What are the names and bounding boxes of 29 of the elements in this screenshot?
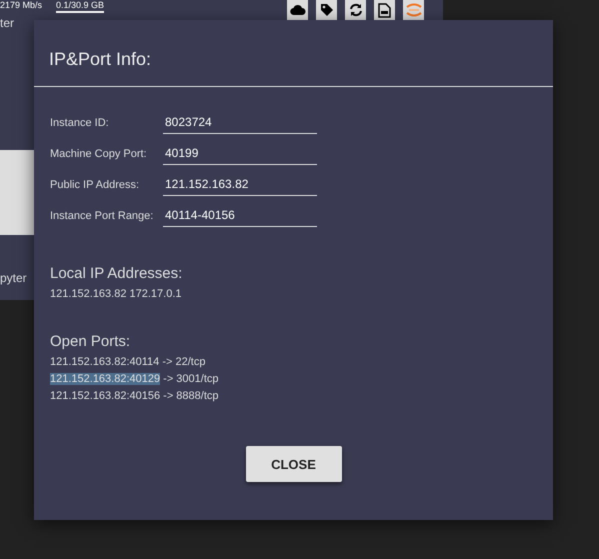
dialog-title: IP&Port Info: (34, 20, 553, 87)
input-field[interactable]: 121.152.163.82 (163, 173, 317, 196)
tag-icon (320, 3, 334, 17)
port-mapping-text: 121.152.163.82:40114 -> 22/tcp (50, 355, 206, 370)
background-label: ter (0, 16, 14, 30)
toolbar-button[interactable] (345, 0, 366, 20)
toolbar-button[interactable] (374, 0, 395, 20)
port-mapping-text: 121.152.163.82:40156 -> 8888/tcp (50, 389, 220, 404)
section-heading: Open Ports: (50, 333, 132, 350)
section-heading: Local IP Addresses: (50, 265, 184, 282)
field-label: Machine Copy Port: (50, 148, 148, 160)
storage-text: 0.1/30.9 GB (56, 0, 104, 13)
local-addresses-text: 121.152.163.82 172.17.0.1 (50, 287, 183, 302)
input-field[interactable]: 40114-40156 (163, 204, 317, 227)
field-label: Public IP Address: (50, 178, 140, 190)
background-label: pyter (0, 271, 27, 285)
orbit-logo-icon (406, 3, 422, 17)
input-field[interactable]: 8023724 (163, 111, 317, 134)
toolbar-button[interactable] (287, 0, 308, 20)
document-icon (378, 2, 391, 18)
speed-text: 2179 Mb/s (0, 0, 42, 12)
input-field[interactable]: 40199 (163, 142, 317, 165)
field-label: Instance ID: (50, 116, 110, 128)
cloud-icon (290, 4, 306, 16)
toolbar-button[interactable] (316, 0, 337, 20)
close-button[interactable]: CLOSE (246, 446, 342, 482)
port-mapping-text: 121.152.163.82:40129 -> 3001/tcp (50, 372, 220, 387)
refresh-icon (348, 3, 362, 17)
field-label: Instance Port Range: (50, 210, 154, 222)
